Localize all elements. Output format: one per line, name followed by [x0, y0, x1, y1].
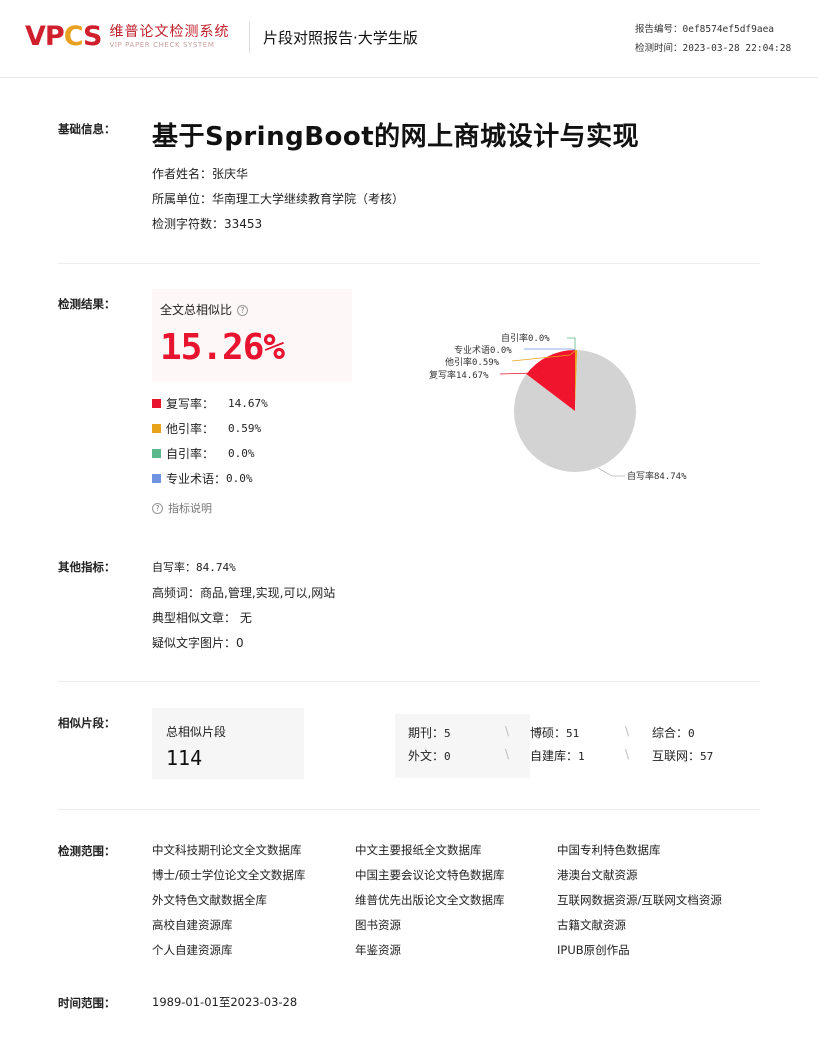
- suspect-images-line: 疑似文字图片：0: [152, 636, 244, 650]
- scope-item: 年鉴资源: [355, 943, 401, 957]
- scope-item: 港澳台文献资源: [557, 868, 638, 882]
- check-time: 2023-03-28 22:04:28: [682, 43, 792, 54]
- time-range-value: 1989-01-01至2023-03-28: [152, 995, 298, 1009]
- divider: [58, 681, 760, 682]
- pie-leader-self-written: [597, 467, 625, 477]
- basic-info-label: 基础信息：: [58, 122, 116, 136]
- unit-line: 所属单位：华南理工大学继续教育学院（考核）: [152, 192, 405, 206]
- scope-item: IPUB原创作品: [557, 943, 630, 957]
- time-range-label: 时间范围：: [58, 996, 116, 1010]
- overall-similarity-label: 全文总相似比?: [160, 301, 249, 318]
- seg-general: 综合：0: [652, 726, 695, 740]
- report-name: 片段对照报告·大学生版: [263, 29, 418, 47]
- report-meta: 报告编号：0ef8574ef5df9aea 检测时间：2023-03-28 22…: [635, 20, 791, 58]
- high-freq-line: 高频词：商品,管理,实现,可以,网站: [152, 586, 336, 600]
- legend-swatch: [152, 424, 161, 433]
- typical-line: 典型相似文章： 无: [152, 611, 252, 625]
- total-segments-card: 总相似片段 114: [152, 708, 304, 779]
- header-divider: [249, 21, 250, 53]
- scope-item: 博士/硕士学位论文全文数据库: [152, 868, 306, 882]
- result-label: 检测结果：: [58, 297, 116, 311]
- scope-label: 检测范围：: [58, 844, 116, 858]
- logo-title: 维普论文检测系统: [109, 24, 230, 40]
- seg-foreign: 外文：0: [408, 749, 451, 763]
- divider: [58, 809, 760, 810]
- pie-label-self-cite: 自引率0.0%: [501, 332, 550, 344]
- seg-journal: 期刊：5: [408, 726, 451, 740]
- scope-item: 个人自建资源库: [152, 943, 233, 957]
- legend-self-cite: 自引率： 0.0%: [152, 445, 255, 462]
- seg-thesis: 博硕：51: [530, 726, 580, 740]
- paper-title: 基于SpringBoot的网上商城设计与实现: [152, 122, 640, 152]
- pie-leader-self-cite: [567, 337, 576, 350]
- scope-item: 互联网数据资源/互联网文档资源: [557, 893, 722, 907]
- pie-leader-terms: [524, 348, 576, 351]
- legend-swatch: [152, 474, 161, 483]
- divider: [58, 263, 760, 264]
- pie-label-rewrite: 复写率14.67%: [429, 369, 489, 381]
- seg-internet: 互联网：57: [652, 749, 714, 763]
- scope-item: 中文主要报纸全文数据库: [355, 843, 482, 857]
- pie-label-self-written: 自写率84.74%: [627, 470, 687, 482]
- scope-item: 维普优先出版论文全文数据库: [355, 893, 505, 907]
- scope-item: 中文科技期刊论文全文数据库: [152, 843, 302, 857]
- legend-swatch: [152, 449, 161, 458]
- overall-similarity-value: 15.26%: [160, 327, 285, 368]
- check-time-label: 检测时间：: [635, 43, 683, 54]
- other-label: 其他指标：: [58, 560, 116, 574]
- legend-swatch: [152, 399, 161, 408]
- logo-mark: VPCS: [25, 21, 103, 52]
- author-line: 作者姓名：张庆华: [152, 167, 249, 181]
- legend-terms: 专业术语： 0.0%: [152, 470, 253, 487]
- chars-line: 检测字符数：33453: [152, 217, 263, 231]
- total-segments-label: 总相似片段: [166, 725, 227, 739]
- logo-subtitle: VIP PAPER CHECK SYSTEM: [109, 41, 215, 49]
- report-no-label: 报告编号：: [635, 24, 683, 35]
- legend-other-cite: 他引率： 0.59%: [152, 420, 261, 437]
- report-header: VPCS 维普论文检测系统 VIP PAPER CHECK SYSTEM 片段对…: [0, 0, 818, 78]
- self-written-line: 自写率：84.74%: [152, 561, 236, 574]
- question-icon[interactable]: ?: [237, 305, 249, 316]
- total-segments-value: 114: [166, 746, 203, 770]
- scope-item: 外文特色文献数据全库: [152, 893, 267, 907]
- scope-item: 中国专利特色数据库: [557, 843, 661, 857]
- scope-item: 高校自建资源库: [152, 918, 233, 932]
- scope-item: 中国主要会议论文特色数据库: [355, 868, 505, 882]
- pie-label-other-cite: 他引率0.59%: [445, 356, 500, 368]
- similarity-pie-chart: 自引率0.0% 专业术语0.0% 他引率0.59% 复写率14.67% 自写率8…: [429, 332, 687, 482]
- vpcs-logo: VPCS 维普论文检测系统 VIP PAPER CHECK SYSTEM: [25, 19, 229, 55]
- segments-label: 相似片段：: [58, 716, 116, 730]
- pie-label-terms: 专业术语0.0%: [454, 344, 512, 356]
- scope-item: 图书资源: [355, 918, 401, 932]
- scope-item: 古籍文献资源: [557, 918, 626, 932]
- indicator-help-link[interactable]: ? 指标说明: [152, 500, 212, 516]
- legend-rewrite: 复写率： 14.67%: [152, 395, 268, 412]
- report-no: 0ef8574ef5df9aea: [682, 24, 775, 35]
- question-icon: ?: [152, 502, 163, 514]
- seg-self-built: 自建库：1: [530, 749, 585, 763]
- overall-similarity-card: 全文总相似比? 15.26%: [152, 289, 352, 382]
